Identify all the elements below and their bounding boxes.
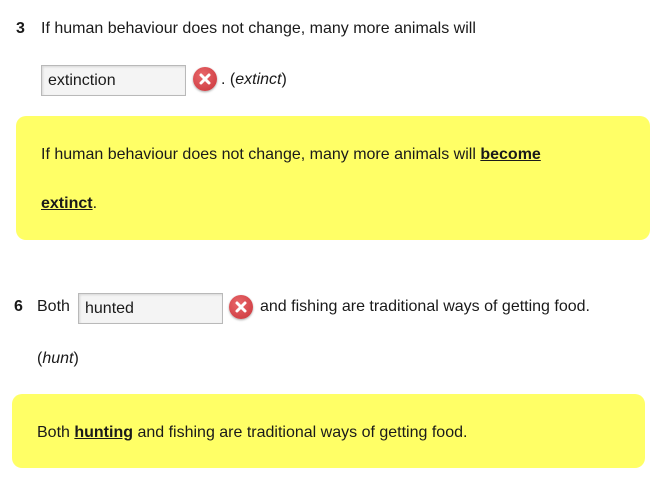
answer-input-q3[interactable]: extinction — [41, 65, 186, 96]
feedback-q6-answer: hunting — [74, 424, 133, 441]
question-6-prefix: Both — [37, 298, 70, 315]
question-number-6: 6 — [14, 298, 23, 315]
answer-input-q6[interactable]: hunted — [78, 293, 223, 324]
feedback-box-q6: Both hunting and fishing are traditional… — [12, 394, 645, 468]
wrong-answer-icon — [229, 295, 253, 319]
hint-word: hunt — [42, 350, 74, 367]
feedback-q3-line2: extinct. — [41, 195, 97, 213]
question-3-prompt: If human behaviour does not change, many… — [41, 20, 476, 37]
hint-punct-open: . ( — [221, 71, 236, 88]
question-6-hint: (hunt) — [37, 350, 79, 368]
feedback-q3-answer-part2: extinct — [41, 195, 93, 212]
question-number-3: 3 — [16, 20, 25, 37]
feedback-q3-answer-part1: become — [480, 146, 541, 163]
wrong-answer-icon — [193, 67, 217, 91]
question-3-hint: . (extinct) — [221, 71, 287, 89]
hint-punct-close: ) — [281, 71, 287, 88]
feedback-q6-line: Both hunting and fishing are traditional… — [37, 424, 467, 442]
feedback-q3-text: If human behaviour does not change, many… — [41, 146, 481, 163]
feedback-q6-end: and fishing are traditional ways of gett… — [133, 424, 468, 441]
hint-word: extinct — [235, 71, 282, 88]
feedback-q3-line1: If human behaviour does not change, many… — [41, 146, 541, 164]
question-6-suffix: and fishing are traditional ways of gett… — [260, 298, 590, 315]
hint-paren-close: ) — [73, 350, 79, 367]
feedback-q3-end: . — [92, 195, 98, 212]
feedback-q6-start: Both — [37, 424, 75, 441]
feedback-box-q3: If human behaviour does not change, many… — [16, 116, 650, 240]
